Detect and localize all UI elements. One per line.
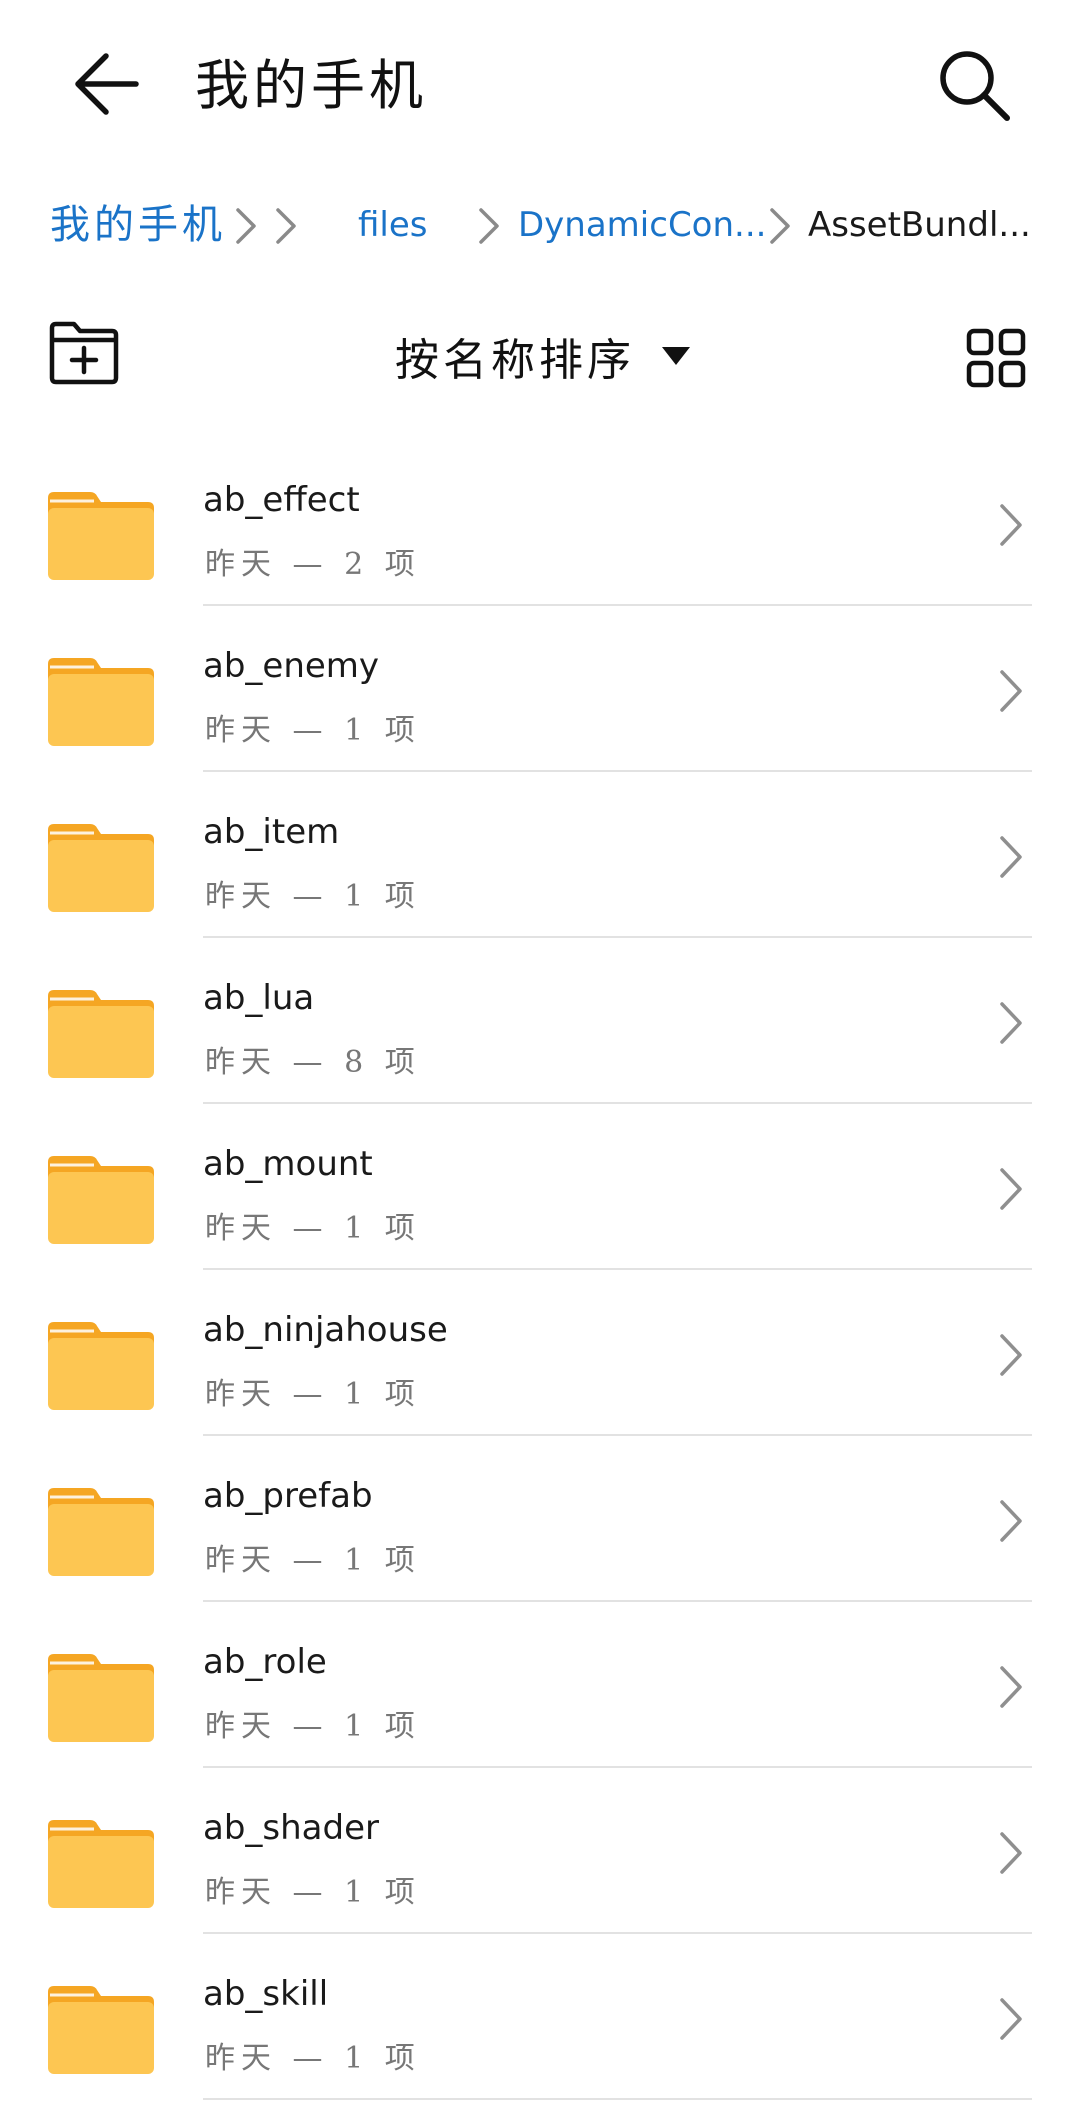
sort-label: 按名称排序 (395, 335, 635, 386)
breadcrumb: 我的手机 files DynamicCon... AssetBundl... (0, 190, 1080, 260)
chevron-right-icon (1000, 1002, 1022, 1044)
arrow-left-icon (75, 53, 139, 115)
folder-name: ab_shader (203, 1808, 379, 1848)
new-folder-button[interactable] (48, 320, 120, 386)
folder-row[interactable]: ab_skill 昨天 — 1 项 (0, 1934, 1080, 2100)
caret-down-icon (662, 347, 690, 365)
folder-row[interactable]: ab_effect 昨天 — 2 项 (0, 440, 1080, 606)
folder-row[interactable]: ab_lua 昨天 — 8 项 (0, 938, 1080, 1104)
folder-icon (48, 1820, 154, 1908)
folder-name: ab_skill (203, 1974, 329, 2014)
breadcrumb-separator-icon (276, 208, 296, 244)
breadcrumb-item-files[interactable]: files (358, 190, 428, 260)
chevron-right-icon (1000, 1334, 1022, 1376)
chevron-right-icon (1000, 1168, 1022, 1210)
chevron-right-icon (1000, 1666, 1022, 1708)
folder-meta: 昨天 — 1 项 (205, 1709, 421, 1744)
folder-name: ab_mount (203, 1144, 373, 1184)
folder-name: ab_ninjahouse (203, 1310, 448, 1350)
folder-name: ab_item (203, 812, 340, 852)
breadcrumb-item-dynamiccon[interactable]: DynamicCon... (518, 190, 766, 260)
chevron-right-icon (1000, 1500, 1022, 1542)
chevron-right-icon (1000, 1832, 1022, 1874)
folder-meta: 昨天 — 1 项 (205, 879, 421, 914)
chevron-right-icon (1000, 836, 1022, 878)
folder-meta: 昨天 — 1 项 (205, 2041, 421, 2076)
back-button[interactable] (70, 46, 146, 122)
breadcrumb-item-assetbundl[interactable]: AssetBundl... (808, 190, 1031, 260)
folder-icon (48, 1488, 154, 1576)
search-button[interactable] (935, 46, 1015, 126)
folder-row[interactable]: ab_role 昨天 — 1 项 (0, 1602, 1080, 1768)
folder-meta: 昨天 — 1 项 (205, 1875, 421, 1910)
folder-row[interactable]: ab_shader 昨天 — 1 项 (0, 1768, 1080, 1934)
new-folder-icon (49, 321, 119, 385)
folder-icon (48, 1322, 154, 1410)
grid-view-icon (966, 328, 1026, 388)
breadcrumb-separator-icon (236, 208, 256, 244)
folder-icon (48, 990, 154, 1078)
folder-icon (48, 1654, 154, 1742)
folder-icon (48, 1986, 154, 2074)
page-title: 我的手机 (195, 54, 427, 117)
folder-name: ab_prefab (203, 1476, 373, 1516)
row-divider (203, 2098, 1032, 2100)
folder-row[interactable]: ab_item 昨天 — 1 项 (0, 772, 1080, 938)
breadcrumb-separator-icon (479, 208, 499, 244)
folder-row[interactable]: ab_ninjahouse 昨天 — 1 项 (0, 1270, 1080, 1436)
folder-meta: 昨天 — 8 项 (205, 1045, 421, 1080)
folder-icon (48, 658, 154, 746)
folder-list: ab_effect 昨天 — 2 项 ab_enemy 昨天 — 1 项 ab_… (0, 440, 1080, 2100)
grid-view-toggle[interactable] (966, 328, 1026, 388)
sort-dropdown[interactable]: 按名称排序 (395, 318, 691, 394)
folder-name: ab_lua (203, 978, 315, 1018)
folder-icon (48, 492, 154, 580)
folder-meta: 昨天 — 1 项 (205, 713, 421, 748)
folder-row[interactable]: ab_enemy 昨天 — 1 项 (0, 606, 1080, 772)
chevron-right-icon (1000, 504, 1022, 546)
folder-row[interactable]: ab_prefab 昨天 — 1 项 (0, 1436, 1080, 1602)
app-bar: 我的手机 (0, 0, 1080, 170)
toolbar: 按名称排序 (0, 310, 1080, 400)
folder-icon (48, 1156, 154, 1244)
breadcrumb-item-my-phone[interactable]: 我的手机 (50, 190, 226, 260)
folder-name: ab_enemy (203, 646, 380, 686)
folder-icon (48, 824, 154, 912)
chevron-right-icon (1000, 1998, 1022, 2040)
folder-row[interactable]: ab_mount 昨天 — 1 项 (0, 1104, 1080, 1270)
folder-meta: 昨天 — 1 项 (205, 1543, 421, 1578)
folder-name: ab_role (203, 1642, 327, 1682)
folder-meta: 昨天 — 1 项 (205, 1211, 421, 1246)
chevron-right-icon (1000, 670, 1022, 712)
search-icon (940, 51, 1010, 121)
folder-meta: 昨天 — 1 项 (205, 1377, 421, 1412)
breadcrumb-separator-icon (770, 208, 790, 244)
folder-name: ab_effect (203, 480, 360, 520)
folder-meta: 昨天 — 2 项 (205, 547, 421, 582)
